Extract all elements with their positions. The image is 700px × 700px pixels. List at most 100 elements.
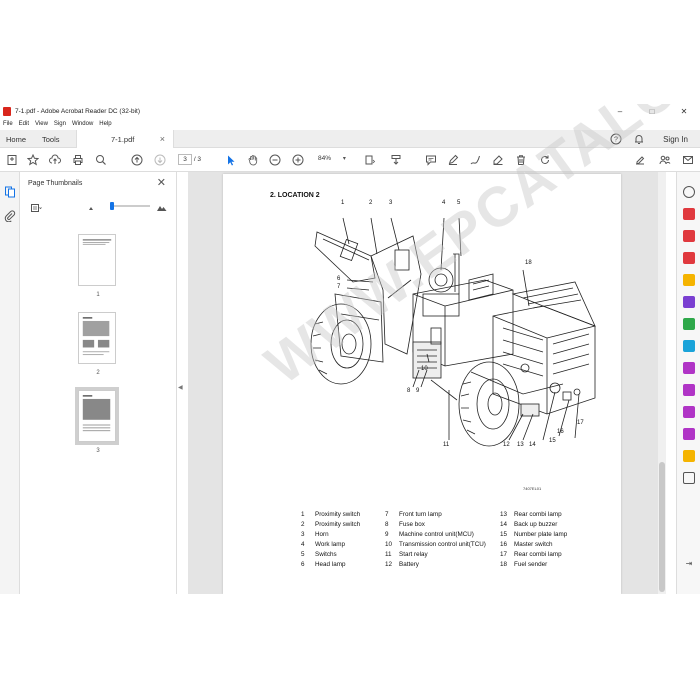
attachments-paperclip-icon[interactable]: [4, 210, 16, 222]
zoom-out-icon[interactable]: [267, 152, 283, 168]
compress-pdf-icon[interactable]: [683, 340, 695, 352]
pdf-page: 2. LOCATION 2 1 2 3 4 5 6 7 8 9 10 11 12…: [223, 104, 700, 594]
thumbnail-label-1: 1: [96, 292, 100, 298]
menu-view[interactable]: View: [35, 121, 48, 127]
legend-column-3: 13 Rear combi lamp 14 Back up buzzer 15 Num…: [500, 510, 567, 569]
chevron-down-icon: ▾: [342, 156, 346, 162]
protect-icon[interactable]: [683, 406, 695, 418]
close-tab-icon[interactable]: ×: [160, 134, 165, 144]
thumbnail-size-slider[interactable]: [110, 202, 150, 210]
close-panel-icon[interactable]: ✕: [157, 176, 166, 189]
callout-12: 12: [503, 442, 510, 448]
search-zoom-icon[interactable]: [93, 152, 109, 168]
callout-10: 10: [421, 366, 428, 372]
callout-3: 3: [389, 200, 393, 206]
legend-column-2: 7 Front turn lamp 8 Fuse box 9 Machine cont…: [385, 510, 486, 569]
legend-row: 17 Rear combi lamp: [500, 550, 562, 558]
shrink-thumbnails-icon[interactable]: [84, 200, 100, 216]
send-for-signature-icon[interactable]: [683, 384, 695, 396]
menu-help[interactable]: Help: [99, 121, 111, 127]
page-thumbnails-icon[interactable]: [4, 186, 16, 198]
legend-row: 14 Back up buzzer: [500, 520, 558, 528]
highlight-pen-icon[interactable]: [445, 152, 461, 168]
collapse-left-panel-icon[interactable]: ◀: [178, 384, 183, 391]
combine-files-icon[interactable]: [683, 296, 695, 308]
zoom-level-value: 84%: [318, 155, 332, 162]
bookmark-star-icon[interactable]: [25, 152, 41, 168]
legend-row: 11 Start relay: [385, 550, 428, 558]
callout-16: 16: [557, 429, 564, 435]
export-pdf-icon[interactable]: [683, 208, 695, 220]
email-envelope-icon[interactable]: [680, 152, 696, 168]
thumbnail-label-3: 3: [96, 448, 100, 454]
legend-row: 15 Number plate lamp: [500, 530, 568, 538]
legend-row: 12 Battery: [385, 560, 419, 568]
tab-document[interactable]: 7-1.pdf ×: [76, 130, 174, 148]
zoom-level-dropdown[interactable]: 84% ▾: [314, 155, 350, 162]
thumbnail-page-3[interactable]: [75, 387, 119, 445]
callout-13: 13: [517, 442, 524, 448]
tab-home[interactable]: Home: [6, 130, 26, 148]
acrobat-logo-icon: [3, 106, 11, 116]
tab-document-label: 7-1.pdf: [111, 134, 135, 144]
scrollbar-thumb[interactable]: [659, 462, 665, 592]
enlarge-thumbnails-icon[interactable]: [154, 200, 170, 216]
edit-pdf-tool-icon[interactable]: [683, 252, 695, 264]
next-page-icon[interactable]: [152, 152, 168, 168]
upload-cloud-icon[interactable]: [47, 152, 63, 168]
vertical-scrollbar[interactable]: [658, 172, 666, 594]
zoom-in-icon[interactable]: [290, 152, 306, 168]
print-icon[interactable]: [70, 152, 86, 168]
menu-bar: File Edit View Sign Window Help: [0, 118, 115, 130]
menu-file[interactable]: File: [3, 121, 13, 127]
legend-row: 2 Proximity switch: [301, 520, 361, 528]
legend-row: 8 Fuse box: [385, 520, 425, 528]
previous-page-icon[interactable]: [129, 152, 145, 168]
legend-row: 13 Rear combi lamp: [500, 511, 562, 518]
legend-row: 7 Front turn lamp: [385, 511, 442, 518]
callout-17: 17: [577, 420, 584, 426]
thumbnail-page-1[interactable]: [78, 234, 116, 286]
create-pdf-icon[interactable]: [4, 152, 20, 168]
page-thumbnails-panel: Page Thumbnails ✕ 1 2 3: [20, 172, 177, 594]
page-layout-icon[interactable]: [362, 152, 378, 168]
tab-tools[interactable]: Tools: [42, 130, 60, 148]
more-tools-icon[interactable]: [683, 472, 695, 484]
acrobat-window: 7-1.pdf - Adobe Acrobat Reader DC (32-bi…: [0, 104, 700, 594]
prepare-form-icon[interactable]: [683, 428, 695, 440]
panel-title: Page Thumbnails: [28, 180, 83, 187]
scroll-mode-icon[interactable]: [388, 152, 404, 168]
edit-pdf-icon[interactable]: [632, 152, 648, 168]
legend-row: 1 Proximity switch: [301, 511, 361, 518]
search-tool-icon[interactable]: [683, 186, 695, 198]
sign-in-button[interactable]: Sign In: [663, 130, 688, 148]
document-view[interactable]: 2. LOCATION 2 1 2 3 4 5 6 7 8 9 10 11 12…: [188, 104, 700, 594]
create-pdf-tool-icon[interactable]: [683, 230, 695, 242]
slider-knob[interactable]: [110, 202, 114, 210]
menu-window[interactable]: Window: [72, 121, 93, 127]
hand-tool-icon[interactable]: [245, 152, 261, 168]
menu-sign[interactable]: Sign: [54, 121, 66, 127]
thumbnail-options-icon[interactable]: [28, 200, 44, 216]
callout-2: 2: [369, 200, 373, 206]
select-cursor-icon[interactable]: [223, 152, 239, 168]
legend-row: 6 Head lamp: [301, 560, 346, 568]
organize-pages-icon[interactable]: [683, 318, 695, 330]
fill-sign-tool-icon[interactable]: [683, 362, 695, 374]
legend-row: 3 Horn: [301, 530, 329, 538]
menu-edit[interactable]: Edit: [19, 121, 29, 127]
comment-tool-icon[interactable]: [683, 274, 695, 286]
draw-freehand-icon[interactable]: [467, 152, 483, 168]
legend-column-1: 1 Proximity switch 2 Proximity switch 3 Hor…: [301, 510, 360, 569]
page-number-input[interactable]: 3: [178, 154, 192, 165]
left-navigation-rail: [0, 172, 20, 594]
comment-icon[interactable]: [423, 152, 439, 168]
thumbnail-label-2: 2: [96, 370, 100, 376]
callout-9: 9: [416, 388, 420, 394]
legend-row: 16 Master switch: [500, 540, 553, 548]
share-people-icon[interactable]: [657, 152, 673, 168]
page-indicator: 3 / 3: [178, 154, 201, 165]
collapse-tools-icon[interactable]: ⇥: [683, 558, 695, 570]
thumbnail-page-2[interactable]: [78, 312, 116, 364]
scan-ocr-icon[interactable]: [683, 450, 695, 462]
